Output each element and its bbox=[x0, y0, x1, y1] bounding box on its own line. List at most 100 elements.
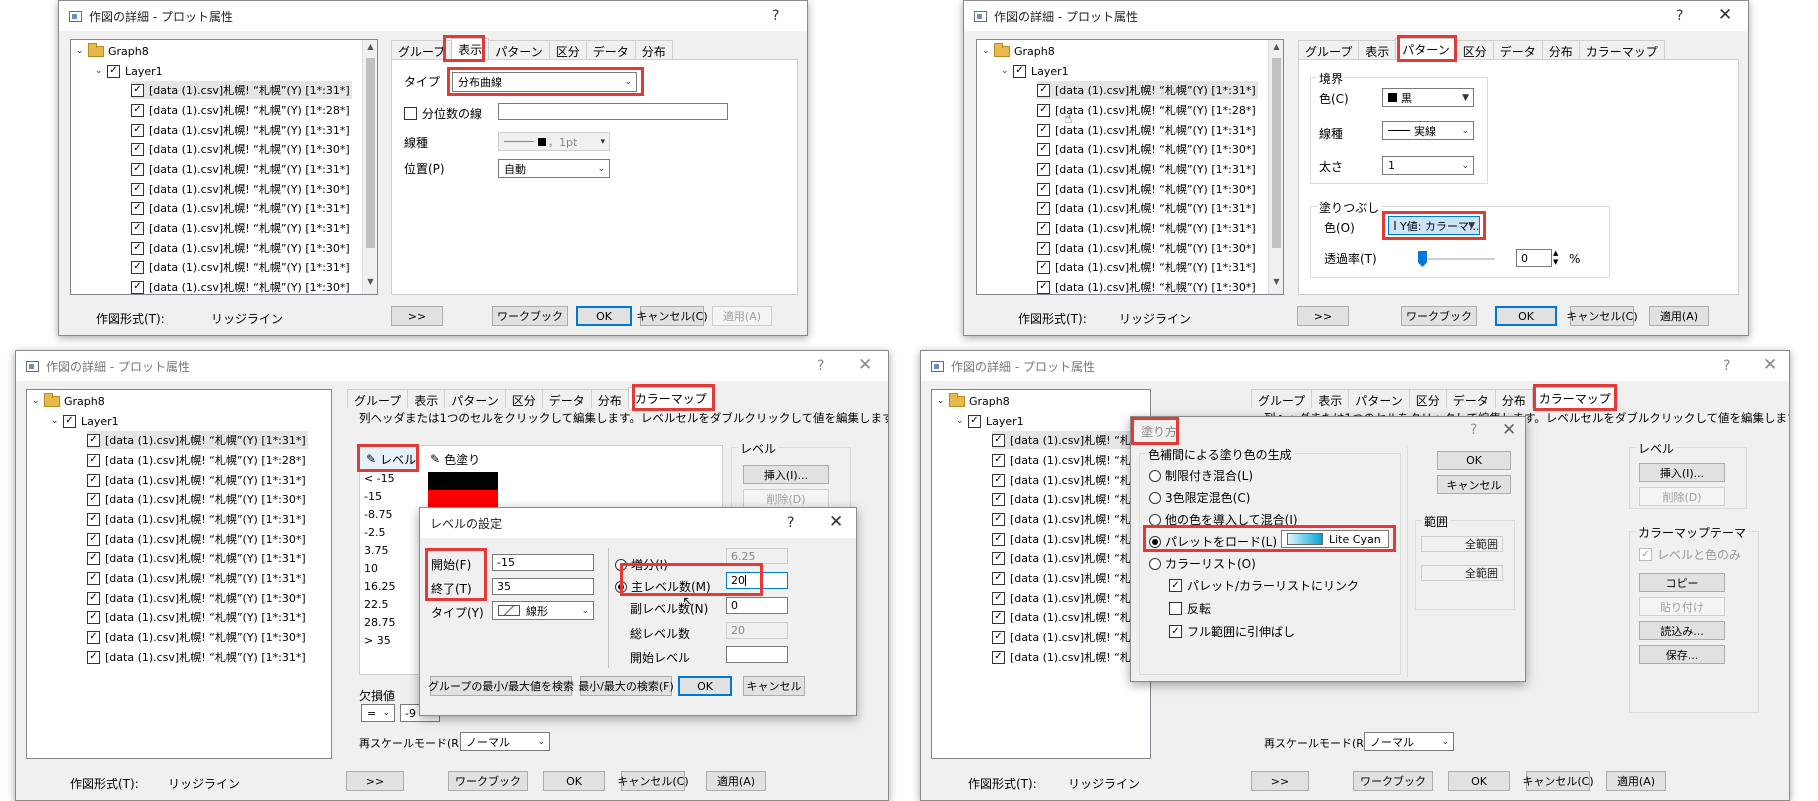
tree-plot-item[interactable]: ✓ [data (1).csv]札幌! “札 bbox=[992, 530, 1131, 548]
tree-plot-item[interactable]: ✓ [data (1).csv]札幌! “札幌”(Y) [1*:30*] bbox=[87, 628, 306, 646]
more-button[interactable]: >> bbox=[1297, 306, 1349, 326]
major-levels-input[interactable]: 20 bbox=[726, 572, 788, 589]
tree-plot-item[interactable]: ✓ [data (1).csv]札幌! “札 bbox=[992, 431, 1131, 449]
scroll-up-icon[interactable]: ▲ bbox=[1269, 42, 1283, 57]
tab-display[interactable]: 表示 bbox=[1358, 40, 1397, 59]
tab-distribution[interactable]: 分布 bbox=[634, 40, 673, 59]
level-column-header[interactable]: ✎ レベル bbox=[362, 448, 420, 470]
increment-radio[interactable]: 増分(I) bbox=[615, 556, 668, 573]
tree-graph-node[interactable]: ⌄ Graph8 bbox=[937, 392, 1010, 410]
tab-distribution[interactable]: 分布 bbox=[1541, 40, 1580, 59]
more-button[interactable]: >> bbox=[1251, 771, 1309, 791]
tree-plot-item[interactable]: ✓ [data (1).csv]札幌! “札 bbox=[992, 648, 1131, 666]
tree-graph-node[interactable]: ⌄ Graph8 bbox=[982, 42, 1055, 60]
tab-data[interactable]: データ bbox=[541, 389, 592, 408]
tree-plot-item[interactable]: ✓ [data (1).csv]札幌! “札幌”(Y) [1*:31*] bbox=[87, 510, 306, 528]
tab-distribution[interactable]: 分布 bbox=[590, 389, 629, 408]
scroll-thumb[interactable] bbox=[366, 58, 375, 248]
tab-display[interactable]: 表示 bbox=[451, 38, 490, 59]
help-button[interactable]: ? bbox=[772, 8, 779, 24]
close-icon[interactable]: ✕ bbox=[1502, 420, 1516, 440]
quantile-input[interactable] bbox=[498, 103, 728, 120]
cancel-button[interactable]: キャンセル(C) bbox=[636, 306, 708, 326]
tab-display[interactable]: 表示 bbox=[1311, 389, 1350, 408]
tab-group[interactable]: グループ bbox=[347, 389, 409, 408]
tree-plot-item[interactable]: ✓ [data (1).csv]札幌! “札幌”(Y) [1*:31*] bbox=[1037, 81, 1258, 99]
copy-button[interactable]: コピー bbox=[1639, 573, 1725, 592]
apply-button[interactable]: 適用(A) bbox=[706, 771, 766, 791]
minor-levels-input[interactable]: 0 bbox=[726, 597, 788, 614]
fill-swatch[interactable] bbox=[428, 490, 498, 508]
tree-plot-item[interactable]: ✓ [data (1).csv]札幌! “札幌”(Y) [1*:31*] bbox=[131, 81, 352, 99]
option-other-color-mix[interactable]: 他の色を導入して混合(I) bbox=[1149, 511, 1298, 528]
border-color-select[interactable]: 黒 ▼ bbox=[1382, 88, 1474, 107]
tab-group[interactable]: グループ bbox=[391, 40, 453, 59]
scroll-down-icon[interactable]: ▼ bbox=[1269, 277, 1283, 292]
tree-plot-item[interactable]: ✓ [data (1).csv]札幌! “札幌”(Y) [1*:30*] bbox=[131, 278, 350, 294]
tree-plot-item[interactable]: ✓ [data (1).csv]札幌! “札幌”(Y) [1*:30*] bbox=[131, 239, 350, 257]
rescale-select[interactable]: ノーマル ⌄ bbox=[460, 732, 550, 751]
tab-group[interactable]: グループ bbox=[1251, 389, 1313, 408]
tree-graph-node[interactable]: ⌄ Graph8 bbox=[32, 392, 105, 410]
tab-display[interactable]: 表示 bbox=[407, 389, 446, 408]
tree-plot-item[interactable]: ✓ [data (1).csv]札幌! “札幌”(Y) [1*:31*] bbox=[131, 121, 350, 139]
palette-select[interactable]: Lite Cyan bbox=[1281, 530, 1389, 548]
tree-plot-item[interactable]: ✓ [data (1).csv]札幌! “札幌”(Y) [1*:31*] bbox=[1037, 199, 1256, 217]
fill-color-select[interactable]: Y値: カラーマ... ▼ bbox=[1388, 216, 1480, 235]
find-group-minmax-button[interactable]: グループの最小/最大値を検索 bbox=[428, 676, 574, 696]
help-button[interactable]: ? bbox=[787, 515, 794, 531]
tab-distribution[interactable]: 分布 bbox=[1494, 389, 1533, 408]
tree-plot-item[interactable]: ✓ [data (1).csv]札幌! “札幌”(Y) [1*:31*] bbox=[87, 471, 306, 489]
delete-button[interactable]: 削除(D) bbox=[1639, 487, 1725, 506]
tree-scrollbar[interactable]: ▲ ▼ bbox=[362, 40, 377, 294]
transparency-input[interactable]: 0 bbox=[1516, 249, 1552, 267]
tree-plot-item[interactable]: ✓ [data (1).csv]札幌! “札 bbox=[992, 549, 1131, 567]
chevron-down-icon[interactable]: ⌄ bbox=[937, 396, 949, 406]
apply-button[interactable]: 適用(A) bbox=[712, 306, 772, 326]
tree-plot-item[interactable]: ✓ [data (1).csv]札幌! “札幌”(Y) [1*:30*] bbox=[1037, 140, 1256, 158]
major-levels-radio[interactable]: 主レベル数(M) bbox=[615, 578, 711, 595]
tree-plot-item[interactable]: ✓ [data (1).csv]札幌! “札幌”(Y) [1*:30*] bbox=[131, 140, 350, 158]
help-button[interactable]: ? bbox=[1676, 8, 1683, 24]
tree-plot-item[interactable]: ✓ [data (1).csv]札幌! “札幌”(Y) [1*:28*] bbox=[131, 101, 350, 119]
tab-group[interactable]: グループ bbox=[1298, 40, 1360, 59]
missing-op-select[interactable]: = ⌄ bbox=[361, 704, 395, 722]
spin-down-icon[interactable]: ▼ bbox=[1553, 258, 1558, 266]
level-cell[interactable]: -15 bbox=[364, 490, 382, 503]
position-select[interactable]: 自動 ⌄ bbox=[498, 159, 610, 178]
level-cell[interactable]: 28.75 bbox=[364, 616, 396, 629]
tree-plot-item[interactable]: ✓ [data (1).csv]札幌! “札幌”(Y) [1*:30*] bbox=[87, 530, 306, 548]
option-limited-mix[interactable]: 制限付き混合(L) bbox=[1149, 467, 1253, 484]
tree-plot-item[interactable]: ✓ [data (1).csv]札幌! “札幌”(Y) [1*:31*] bbox=[131, 258, 350, 276]
type-select[interactable]: 線形 ⌄ bbox=[492, 601, 594, 620]
chevron-down-icon[interactable]: ⌄ bbox=[95, 66, 107, 76]
close-icon[interactable]: ✕ bbox=[858, 355, 872, 375]
ok-button[interactable]: OK bbox=[576, 306, 632, 326]
scroll-thumb[interactable] bbox=[1272, 58, 1281, 248]
tab-data[interactable]: データ bbox=[585, 40, 636, 59]
tab-colormap[interactable]: カラーマップ bbox=[627, 387, 714, 408]
save-button[interactable]: 保存... bbox=[1639, 645, 1725, 664]
type-select[interactable]: 分布曲線 ⌄ bbox=[452, 72, 637, 92]
plot-tree[interactable]: ⌄ Graph8 ⌄ ✓ Layer1 ✓ [data (1).csv]札幌! “札 ✓… bbox=[931, 389, 1151, 759]
level-cell[interactable]: -8.75 bbox=[364, 508, 392, 521]
tree-plot-item[interactable]: ✓ [data (1).csv]札幌! “札 bbox=[992, 490, 1131, 508]
tree-plot-item[interactable]: ✓ [data (1).csv]札幌! “札幌”(Y) [1*:30*] bbox=[1037, 180, 1256, 198]
start-level-input[interactable] bbox=[726, 646, 788, 663]
workbook-button[interactable]: ワークブック bbox=[1401, 306, 1477, 326]
tree-plot-item[interactable]: ✓ [data (1).csv]札幌! “札幌”(Y) [1*:30*] bbox=[131, 180, 350, 198]
tab-pattern[interactable]: パターン bbox=[1395, 38, 1457, 59]
tree-plot-item[interactable]: ✓ [data (1).csv]札幌! “札幌”(Y) [1*:31*] bbox=[87, 431, 308, 449]
option-color-list[interactable]: カラーリスト(O) bbox=[1149, 555, 1256, 572]
tree-plot-item[interactable]: ✓ [data (1).csv]札幌! “札幌”(Y) [1*:31*] bbox=[87, 608, 306, 626]
scroll-up-icon[interactable]: ▲ bbox=[363, 42, 377, 57]
workbook-button[interactable]: ワークブック bbox=[448, 771, 528, 791]
close-icon[interactable]: ✕ bbox=[829, 512, 843, 532]
tree-plot-item[interactable]: ✓ [data (1).csv]札幌! “札幌”(Y) [1*:30*] bbox=[1037, 239, 1256, 257]
tab-pattern[interactable]: パターン bbox=[488, 40, 550, 59]
tab-pattern[interactable]: パターン bbox=[444, 389, 506, 408]
chevron-down-icon[interactable]: ⌄ bbox=[1001, 66, 1013, 76]
tree-scrollbar[interactable]: ▲ ▼ bbox=[1268, 40, 1283, 294]
tree-graph-node[interactable]: ⌄ Graph8 bbox=[76, 42, 149, 60]
paste-button[interactable]: 貼り付け bbox=[1639, 597, 1725, 616]
